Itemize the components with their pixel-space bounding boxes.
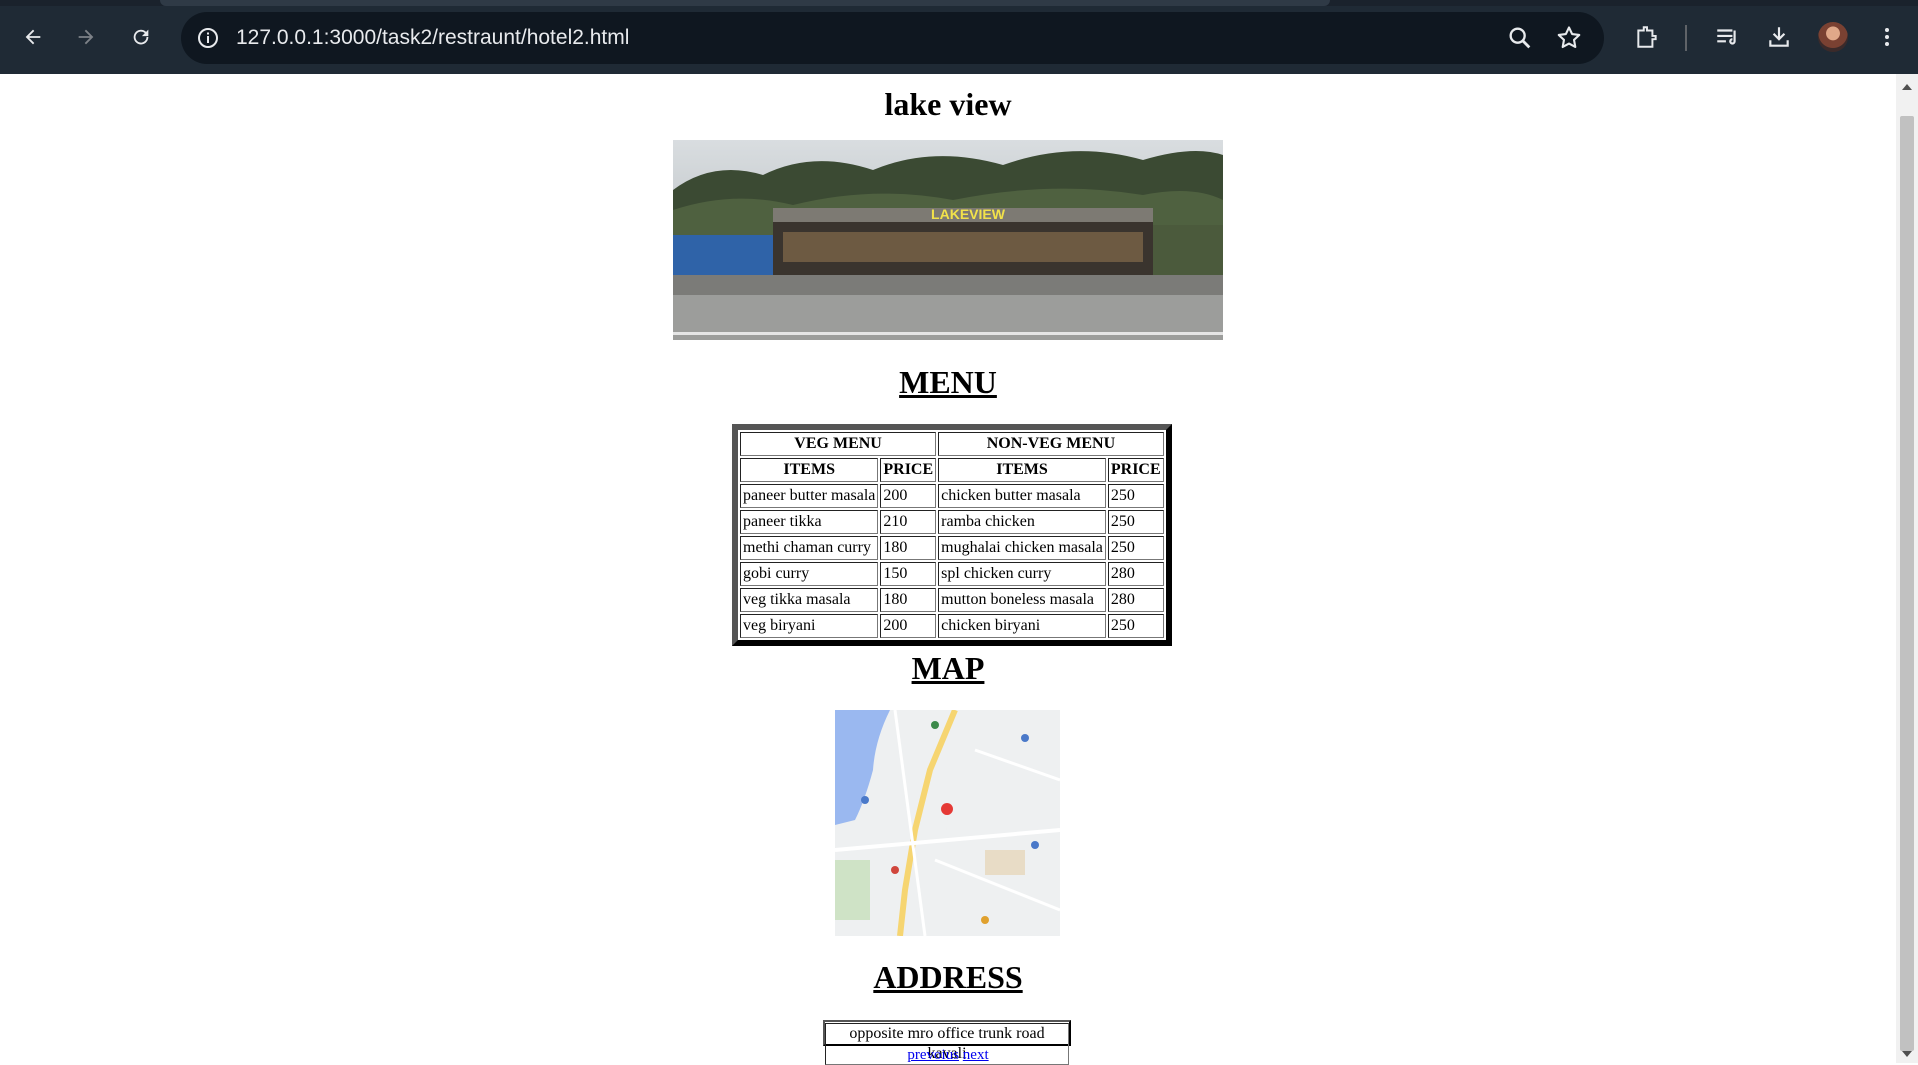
veg-menu-header: VEG MENU <box>740 432 937 456</box>
nonveg-price: 280 <box>1107 562 1164 586</box>
url-text[interactable]: 127.0.0.1:3000/task2/restraunt/hotel2.ht… <box>236 26 629 50</box>
downloads-button[interactable] <box>1764 22 1794 52</box>
veg-price-col: PRICE <box>880 458 937 482</box>
browser-toolbar: 127.0.0.1:3000/task2/restraunt/hotel2.ht… <box>0 0 1918 74</box>
page-content: lake view LAKEVIEW MENU VEG MENU NON-VEG… <box>0 74 1896 1065</box>
scroll-down-icon[interactable] <box>1902 1051 1912 1057</box>
veg-item: paneer tikka <box>740 510 879 534</box>
table-row: veg tikka masala 180 mutton boneless mas… <box>740 588 1164 612</box>
veg-item: methi chaman curry <box>740 536 879 560</box>
veg-price: 150 <box>880 562 937 586</box>
scroll-up-icon[interactable] <box>1902 84 1912 90</box>
veg-items-col: ITEMS <box>740 458 879 482</box>
veg-item: gobi curry <box>740 562 879 586</box>
reading-list-button[interactable] <box>1712 22 1742 52</box>
veg-price: 200 <box>880 484 937 508</box>
veg-price: 180 <box>880 536 937 560</box>
address-bar[interactable]: 127.0.0.1:3000/task2/restraunt/hotel2.ht… <box>181 12 1604 64</box>
veg-price: 180 <box>880 588 937 612</box>
site-info-button[interactable] <box>193 23 223 53</box>
table-column-row: ITEMS PRICE ITEMS PRICE <box>740 458 1164 482</box>
table-row: methi chaman curry 180 mughalai chicken … <box>740 536 1164 560</box>
menu-heading: MENU <box>899 364 997 400</box>
reload-icon <box>133 29 149 45</box>
nonveg-item: chicken biryani <box>938 614 1106 638</box>
nonveg-item: chicken butter masala <box>938 484 1106 508</box>
table-row: paneer butter masala 200 chicken butter … <box>740 484 1164 508</box>
veg-price: 200 <box>880 614 937 638</box>
zoom-icon[interactable] <box>1506 24 1534 52</box>
nonveg-items-col: ITEMS <box>938 458 1106 482</box>
nonveg-price: 250 <box>1107 484 1164 508</box>
kebab-menu-icon <box>1885 28 1889 46</box>
table-row: paneer tikka 210 ramba chicken 250 <box>740 510 1164 534</box>
browser-menu-button[interactable] <box>1872 22 1902 52</box>
address-heading: ADDRESS <box>873 959 1023 995</box>
veg-price: 210 <box>880 510 937 534</box>
download-icon <box>1769 27 1789 47</box>
back-arrow-icon <box>25 29 41 45</box>
map-heading: MAP <box>911 650 985 686</box>
nonveg-price: 250 <box>1107 510 1164 534</box>
back-button[interactable] <box>15 19 51 55</box>
table-row: veg biryani 200 chicken biryani 250 <box>740 614 1164 638</box>
reading-list-icon <box>1717 29 1736 45</box>
table-header-row: VEG MENU NON-VEG MENU <box>740 432 1164 456</box>
extensions-icon <box>1637 26 1657 48</box>
site-info-icon <box>198 28 218 48</box>
profile-avatar[interactable] <box>1818 22 1848 52</box>
nonveg-item: mutton boneless masala <box>938 588 1106 612</box>
nonveg-item: mughalai chicken masala <box>938 536 1106 560</box>
nonveg-price: 250 <box>1107 536 1164 560</box>
tab-strip <box>0 0 1918 6</box>
page-nav-links: prevoius next <box>0 1046 1896 1064</box>
scrollbar-thumb[interactable] <box>1900 116 1914 1051</box>
scrollbar[interactable] <box>1896 74 1918 1063</box>
nonveg-item: spl chicken curry <box>938 562 1106 586</box>
previous-link[interactable]: prevoius <box>907 1047 959 1063</box>
address-box: opposite mro office trunk road kavali <box>823 1020 1071 1065</box>
nonveg-price: 280 <box>1107 588 1164 612</box>
hotel-sign-text: LAKEVIEW <box>931 206 1006 222</box>
table-row: gobi curry 150 spl chicken curry 280 <box>740 562 1164 586</box>
veg-item: veg biryani <box>740 614 879 638</box>
map-image[interactable] <box>835 710 1060 936</box>
veg-item: veg tikka masala <box>740 588 879 612</box>
forward-button[interactable] <box>68 19 104 55</box>
next-link[interactable]: next <box>963 1047 989 1063</box>
menu-table: VEG MENU NON-VEG MENU ITEMS PRICE ITEMS … <box>732 424 1172 646</box>
nonveg-price-col: PRICE <box>1107 458 1164 482</box>
nonveg-menu-header: NON-VEG MENU <box>938 432 1164 456</box>
hotel-photo: LAKEVIEW <box>673 140 1223 340</box>
active-tab[interactable] <box>160 0 1330 6</box>
nonveg-item: ramba chicken <box>938 510 1106 534</box>
extensions-button[interactable] <box>1632 22 1662 52</box>
bookmark-star-icon[interactable] <box>1555 24 1583 52</box>
page-title: lake view <box>884 86 1012 122</box>
reload-button[interactable] <box>123 19 159 55</box>
nonveg-price: 250 <box>1107 614 1164 638</box>
toolbar-divider <box>1685 25 1687 51</box>
forward-arrow-icon <box>78 29 94 45</box>
veg-item: paneer butter masala <box>740 484 879 508</box>
